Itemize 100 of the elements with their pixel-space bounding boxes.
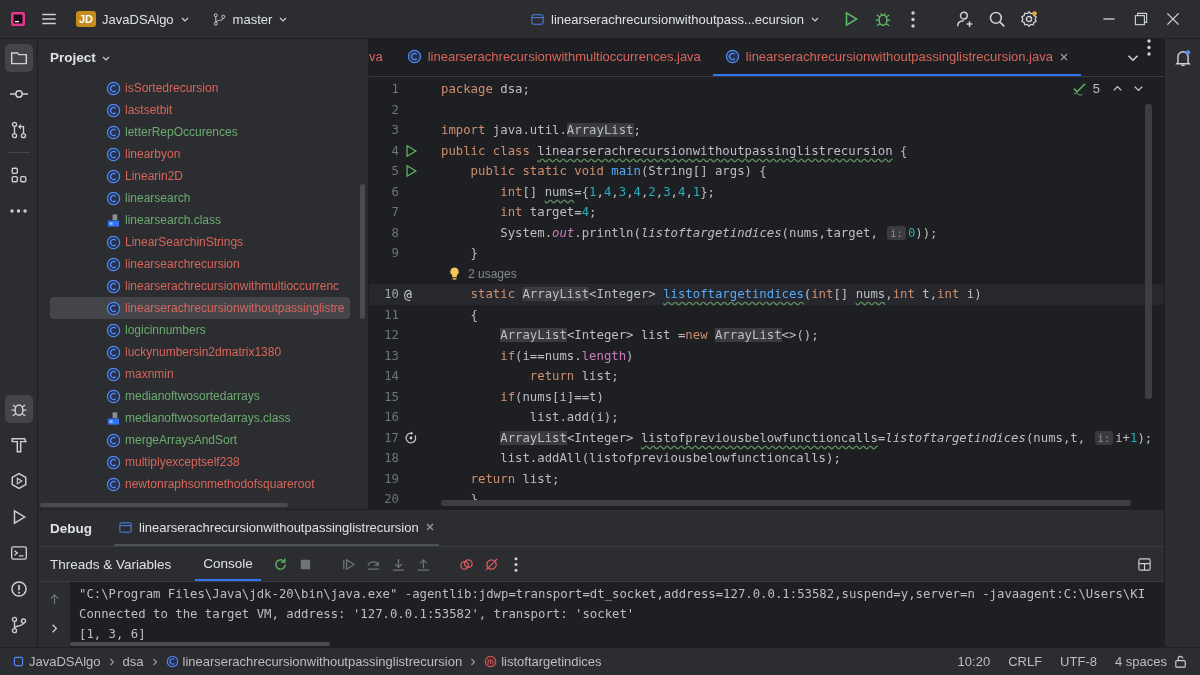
scrollbar[interactable] <box>40 503 288 507</box>
file-encoding[interactable]: UTF-8 <box>1060 654 1097 669</box>
scrollbar[interactable] <box>1145 104 1152 399</box>
line-number: 15 <box>383 389 399 404</box>
breadcrumb[interactable]: JavaDSAlgo <box>12 654 101 669</box>
indent-setting[interactable]: 4 spaces <box>1114 654 1167 669</box>
code-line: list.add(i); <box>528 410 619 425</box>
app-logo-icon <box>10 11 26 27</box>
tree-item[interactable]: LinearSearchinStrings <box>50 231 350 253</box>
more-icon[interactable] <box>513 556 518 572</box>
lightbulb-icon[interactable] <box>447 266 462 282</box>
close-icon[interactable] <box>1058 51 1069 62</box>
class-icon <box>106 388 121 404</box>
restore-icon[interactable] <box>1132 10 1150 28</box>
tree-item[interactable]: isSortedrecursion <box>50 77 350 99</box>
run-icon[interactable] <box>404 164 418 179</box>
tree-item[interactable]: letterRepOccurences <box>50 121 350 143</box>
code-line: int[] nums={1,4,3,4,2,3,4,1}; <box>499 184 715 199</box>
terminal-icon <box>9 544 28 562</box>
structure-icon <box>9 166 28 184</box>
scrollbar[interactable] <box>441 500 1131 506</box>
close-icon[interactable] <box>1164 10 1182 28</box>
tree-item[interactable]: linearsearch.class <box>50 209 350 231</box>
class-icon <box>106 124 121 140</box>
code-line: ArrayList<Integer> list =new ArrayList<>(); <box>499 328 819 343</box>
line-number: 2 <box>390 102 399 117</box>
usages-hint[interactable]: 2 usages <box>468 266 517 281</box>
tree-item[interactable]: multiplyexceptself238 <box>50 451 350 473</box>
scrollbar[interactable] <box>360 184 365 319</box>
step-into-icon[interactable] <box>390 556 406 572</box>
tree-item[interactable]: linearserachrecursionwithmultioccurrenc <box>50 275 350 297</box>
tree-item[interactable]: linearsearchrecursion <box>50 253 350 275</box>
console-line: [1, 3, 6] <box>79 626 146 643</box>
run-icon[interactable] <box>404 143 418 158</box>
rerun-icon[interactable] <box>272 556 288 572</box>
check-icon[interactable] <box>1071 81 1087 96</box>
mute-breakpoints-icon[interactable] <box>483 556 499 572</box>
line-number: 11 <box>383 307 399 322</box>
add-user-icon[interactable] <box>956 10 974 28</box>
editor-tab[interactable]: linearserachrecursionwithoutpassinglistrecursion.java <box>712 39 1081 76</box>
line-number: 8 <box>390 225 399 240</box>
tree-item[interactable]: Linearin2D <box>50 165 350 187</box>
tree-item[interactable]: maxnmin <box>50 363 350 385</box>
search-icon[interactable] <box>988 10 1006 28</box>
caret-position[interactable]: 10:20 <box>957 654 991 669</box>
tree-item[interactable]: newtonraphsonmethodofsquareroot <box>50 473 350 495</box>
gutter-mark[interactable]: @ <box>404 286 412 302</box>
line-number: 18 <box>383 451 399 466</box>
notifications-icon[interactable] <box>1173 49 1192 67</box>
layout-icon[interactable] <box>1137 556 1152 572</box>
project-name: JavaDSAlgo <box>102 11 174 27</box>
inspection-count[interactable]: 5 <box>1092 81 1100 96</box>
close-icon[interactable] <box>424 522 435 532</box>
debug-session-tab[interactable]: linearserachrecursionwithoutpassinglistrecursion <box>114 510 439 546</box>
class-icon <box>724 49 740 64</box>
tree-item[interactable]: logicinnumbers <box>50 319 350 341</box>
tree-item[interactable]: mergeArraysAndSort <box>50 429 350 451</box>
tree-item[interactable]: luckynumbersin2dmatrix1380 <box>50 341 350 363</box>
debug-tab[interactable]: Threads & Variables <box>50 547 184 581</box>
code-line: if(nums[i]==t) <box>499 389 604 404</box>
class-icon <box>106 476 121 492</box>
editor-tab[interactable]: linearserachrecursionwithmultioccurrences.java <box>394 39 713 76</box>
breadcrumb[interactable]: listoftargetindices <box>484 654 602 669</box>
branch-name: master <box>232 11 273 27</box>
branch-selector[interactable]: master <box>207 7 293 31</box>
tree-item[interactable]: linearsearch <box>50 187 350 209</box>
folder-icon <box>9 49 28 67</box>
tree-item[interactable]: lastsetbit <box>50 99 350 121</box>
debug-tool-button[interactable] <box>4 395 33 423</box>
tree-item[interactable]: linearserachrecursionwithoutpassinglistre <box>50 297 350 319</box>
class-icon <box>106 234 121 250</box>
step-out-icon[interactable] <box>415 556 431 572</box>
code-line: System.out.println(listoftargetindices(nums,target, i: 0)); <box>499 225 938 240</box>
run-configuration-selector[interactable]: linearserachrecursionwithoutpass...ecursion <box>526 7 824 31</box>
scrollbar[interactable] <box>70 642 330 646</box>
code-line: ArrayList<Integer> listofpreviousbelowfunctioncalls=listoftargetindices(nums,t, i: i+1); <box>499 430 1153 445</box>
settings-icon[interactable] <box>1020 10 1038 28</box>
class-file-icon <box>106 212 121 228</box>
editor-tab[interactable]: va <box>369 39 395 76</box>
class-icon <box>106 256 121 272</box>
line-separator[interactable]: CRLF <box>1008 654 1043 669</box>
project-tool-button[interactable] <box>4 44 33 72</box>
resume-icon[interactable] <box>340 556 356 572</box>
project-view-dropdown[interactable]: Project <box>46 48 115 67</box>
lock-icon[interactable] <box>1173 654 1188 669</box>
bug-icon[interactable] <box>874 10 892 28</box>
breadcrumb[interactable]: linearserachrecursionwithoutpassinglistrecursion <box>165 654 463 669</box>
breadcrumb[interactable]: dsa <box>122 654 144 669</box>
more-icon[interactable] <box>911 10 915 28</box>
branch-icon <box>211 11 227 27</box>
project-switcher[interactable]: JD JavaDSAlgo <box>72 7 194 31</box>
module-icon <box>12 655 25 668</box>
class-icon <box>106 344 121 360</box>
tree-item[interactable]: medianoftwosortedarrays <box>50 385 350 407</box>
tree-item[interactable]: linearbyon <box>50 143 350 165</box>
more-icon[interactable] <box>1147 39 1151 56</box>
breakpoints-icon[interactable] <box>458 556 474 572</box>
tree-item[interactable]: medianoftwosortedarrays.class <box>50 407 350 429</box>
class-icon <box>106 432 121 448</box>
class-icon <box>106 146 121 162</box>
